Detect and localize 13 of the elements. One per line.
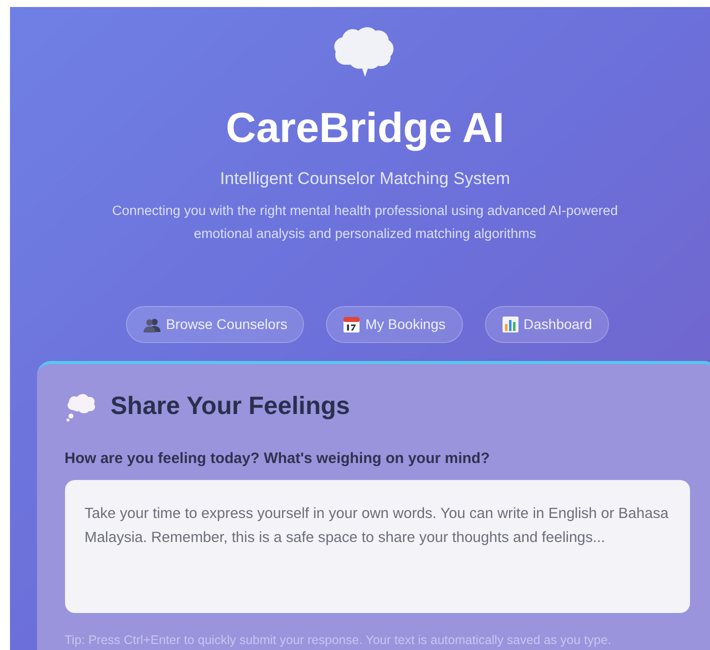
people-icon	[142, 316, 161, 333]
feelings-input[interactable]: Take your time to express yourself in your own words. You can write in English or Bahasa Malaysia. Remember, this is a safe space to share your thoughts and feelings...	[64, 480, 690, 614]
card-title: Share Your Feelings	[110, 391, 350, 422]
nav-button[interactable]: My Bookings	[326, 306, 463, 344]
bar-chart-icon	[502, 316, 519, 334]
app-description: Connecting you with the right mental health professional using advanced AI-powered emotional analysis and personalized matching algorithms	[111, 202, 619, 244]
nav-button[interactable]: Browse Counselors	[126, 306, 304, 344]
calendar-icon	[343, 316, 360, 334]
question-label: How are you feeling today? What's weighing on your mind?	[64, 448, 491, 469]
app-subtitle: Intelligent Counselor Matching System	[220, 168, 510, 190]
thought-bubble-icon	[64, 392, 96, 422]
app-title: CareBridge AI	[226, 104, 504, 152]
nav-button[interactable]: Dashboard	[484, 306, 610, 344]
